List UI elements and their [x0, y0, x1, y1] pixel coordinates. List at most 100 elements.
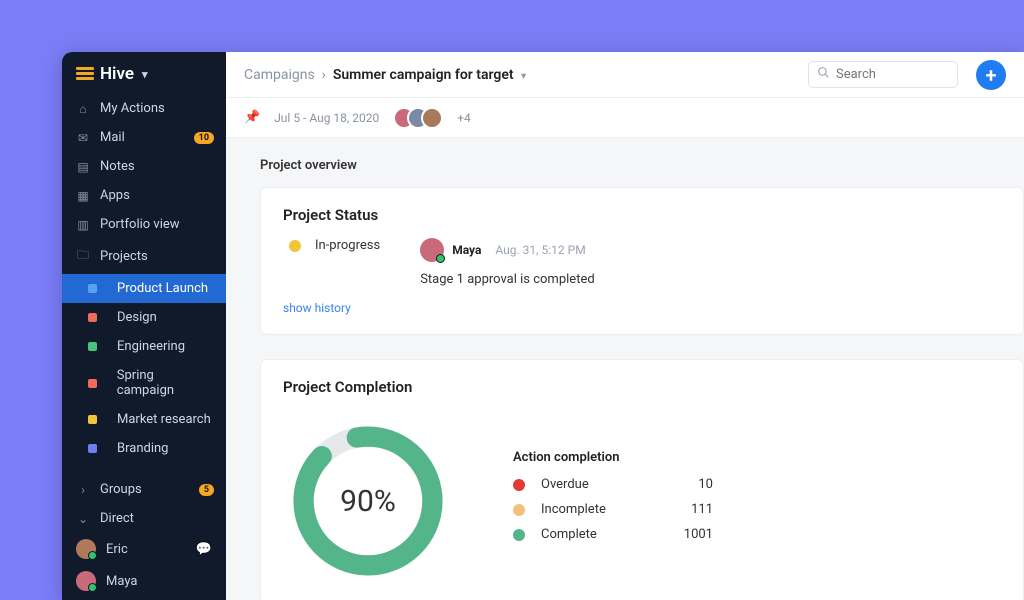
avatar: [76, 539, 96, 559]
dm-name: Maya: [106, 574, 137, 589]
project-color-icon: [88, 379, 97, 388]
sidebar-item-label: My Actions: [100, 101, 165, 116]
project-completion-card: Project Completion 90% Action completion: [260, 359, 1024, 600]
avatar: [421, 107, 443, 129]
legend-row-overdue: Overdue 10: [513, 477, 713, 492]
member-avatars[interactable]: [393, 107, 443, 129]
chevron-down-icon[interactable]: ▾: [521, 71, 526, 82]
home-icon: ⌂: [76, 102, 90, 116]
avatar: [420, 238, 444, 262]
dm-name: Eric: [106, 542, 128, 557]
plus-icon: +: [986, 63, 997, 87]
pin-icon[interactable]: 📌: [244, 110, 260, 125]
mail-badge: 10: [194, 132, 214, 144]
sidebar-item-mail[interactable]: ✉ Mail 10: [62, 123, 226, 152]
sidebar-item-label: Portfolio view: [100, 217, 180, 232]
donut-percent: 90%: [283, 416, 453, 586]
sidebar-project-market-research[interactable]: Market research: [62, 405, 226, 434]
hive-logo-icon: [76, 67, 94, 81]
sidebar-item-label: Mail: [100, 130, 125, 145]
search-box[interactable]: [808, 61, 958, 88]
chevron-right-icon: ›: [76, 483, 90, 497]
sidebar-item-portfolio[interactable]: ▥ Portfolio view: [62, 210, 226, 239]
legend-label: Overdue: [541, 477, 589, 492]
sidebar-item-label: Market research: [117, 412, 211, 427]
status-indicator: In-progress: [289, 238, 380, 253]
breadcrumb-current[interactable]: Summer campaign for target: [333, 67, 514, 83]
legend-value: 1001: [684, 527, 713, 542]
chevron-down-icon: ⌄: [76, 512, 90, 526]
subbar: 📌 Jul 5 - Aug 18, 2020 +4: [226, 98, 1024, 138]
sidebar-item-label: Spring campaign: [117, 368, 212, 398]
sidebar-item-my-actions[interactable]: ⌂ My Actions: [62, 94, 226, 123]
brand[interactable]: Hive ▾: [62, 52, 226, 94]
apps-icon: ▦: [76, 189, 90, 203]
breadcrumb-root[interactable]: Campaigns: [244, 67, 315, 83]
sidebar: Hive ▾ ⌂ My Actions ✉ Mail 10 ▤ Notes ▦ …: [62, 52, 226, 600]
project-status-card: Project Status In-progress Maya Aug. 31,…: [260, 187, 1024, 335]
sidebar-item-label: Branding: [117, 441, 168, 456]
search-icon: [817, 66, 830, 83]
legend-label: Complete: [541, 527, 597, 542]
sidebar-item-label: Groups: [100, 482, 142, 497]
sidebar-project-spring-campaign[interactable]: Spring campaign: [62, 361, 226, 405]
add-button[interactable]: +: [976, 60, 1006, 90]
completion-legend: Action completion Overdue 10 Incomplete …: [513, 450, 713, 552]
legend-label: Incomplete: [541, 502, 606, 517]
breadcrumb[interactable]: Campaigns › Summer campaign for target ▾: [244, 67, 526, 83]
date-range: Jul 5 - Aug 18, 2020: [274, 111, 379, 125]
show-history-link[interactable]: show history: [283, 301, 351, 315]
project-color-icon: [88, 415, 97, 424]
notes-icon: ▤: [76, 160, 90, 174]
legend-value: 111: [691, 502, 713, 517]
sidebar-project-design[interactable]: Design: [62, 303, 226, 332]
status-label: In-progress: [315, 238, 380, 253]
content: Project overview Project Status In-progr…: [226, 138, 1024, 600]
more-people[interactable]: +4: [457, 111, 471, 125]
sidebar-item-notes[interactable]: ▤ Notes: [62, 152, 226, 181]
portfolio-icon: ▥: [76, 218, 90, 232]
sidebar-item-label: Product Launch: [117, 281, 208, 296]
sidebar-project-product-launch[interactable]: Product Launch: [62, 274, 226, 303]
legend-value: 10: [698, 477, 713, 492]
updater-name: Maya: [452, 243, 481, 257]
search-input[interactable]: [836, 67, 949, 82]
topbar: Campaigns › Summer campaign for target ▾…: [226, 52, 1024, 98]
sidebar-item-label: Projects: [100, 249, 148, 264]
sidebar-item-label: Direct: [100, 511, 134, 526]
dm-maya[interactable]: Maya: [62, 565, 226, 597]
updated-at: Aug. 31, 5:12 PM: [495, 243, 585, 257]
legend-dot-icon: [513, 479, 525, 491]
status-update: Maya Aug. 31, 5:12 PM Stage 1 approval i…: [420, 238, 594, 287]
legend-row-complete: Complete 1001: [513, 527, 713, 542]
status-dot-icon: [289, 240, 301, 252]
sidebar-item-label: Engineering: [117, 339, 185, 354]
sidebar-project-engineering[interactable]: Engineering: [62, 332, 226, 361]
legend-dot-icon: [513, 504, 525, 516]
project-color-icon: [88, 342, 97, 351]
section-title: Project overview: [260, 158, 1024, 173]
sidebar-groups[interactable]: › Groups 5: [62, 475, 226, 504]
legend-dot-icon: [513, 529, 525, 541]
sidebar-item-label: Design: [117, 310, 157, 325]
mail-icon: ✉: [76, 131, 90, 145]
groups-badge: 5: [199, 484, 214, 496]
sidebar-direct[interactable]: ⌄ Direct: [62, 504, 226, 533]
dm-eric[interactable]: Eric 💬: [62, 533, 226, 565]
main: Campaigns › Summer campaign for target ▾…: [226, 52, 1024, 600]
legend-row-incomplete: Incomplete 111: [513, 502, 713, 517]
project-color-icon: [88, 444, 97, 453]
update-text: Stage 1 approval is completed: [420, 272, 594, 287]
project-color-icon: [88, 313, 97, 322]
app-window: Hive ▾ ⌂ My Actions ✉ Mail 10 ▤ Notes ▦ …: [62, 52, 1024, 600]
sidebar-item-projects[interactable]: 🗀 Projects: [62, 239, 226, 274]
card-title: Project Status: [283, 206, 1001, 224]
sidebar-item-label: Apps: [100, 188, 130, 203]
unread-icon: 💬: [196, 542, 212, 557]
card-title: Project Completion: [283, 378, 1001, 396]
project-color-icon: [88, 284, 97, 293]
sidebar-item-apps[interactable]: ▦ Apps: [62, 181, 226, 210]
sidebar-item-label: Notes: [100, 159, 135, 174]
sidebar-project-branding[interactable]: Branding: [62, 434, 226, 463]
legend-title: Action completion: [513, 450, 713, 465]
